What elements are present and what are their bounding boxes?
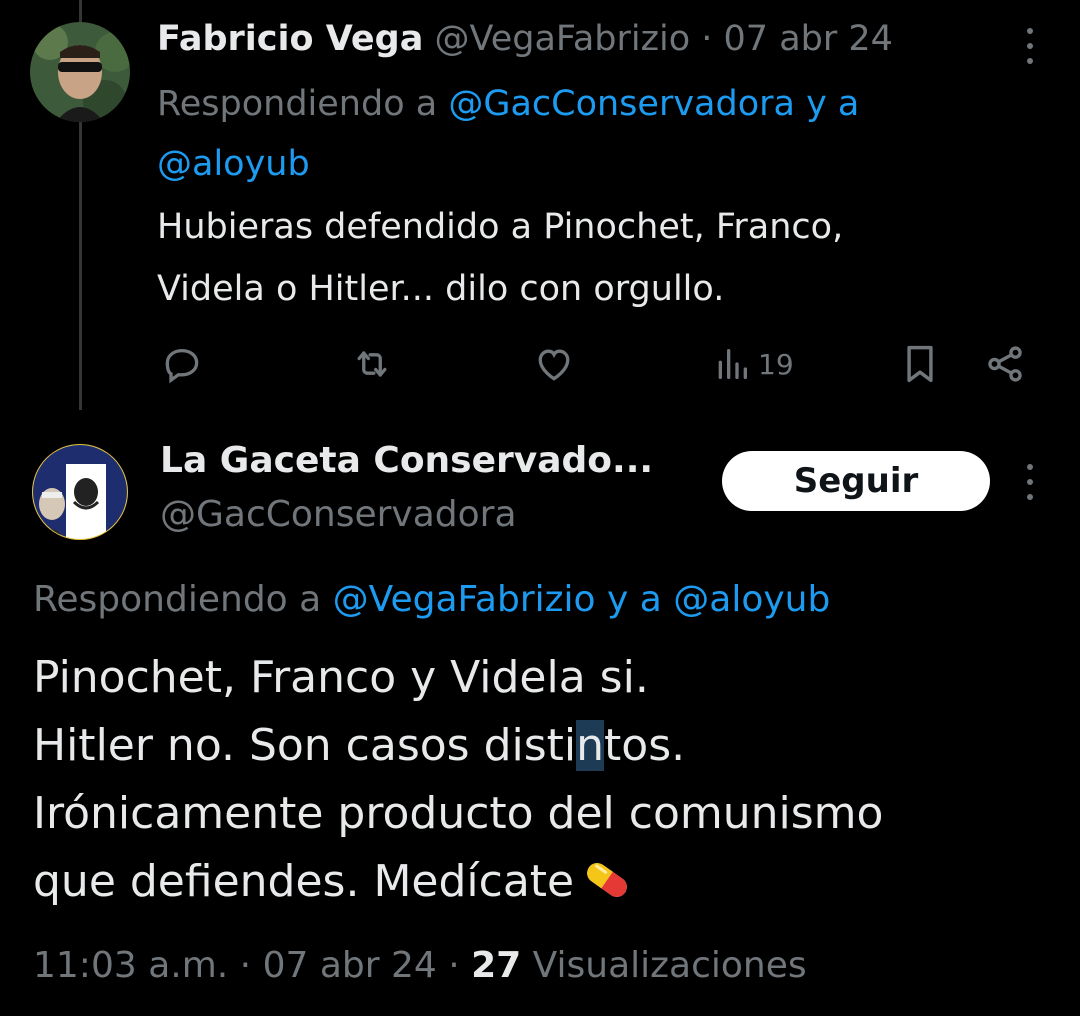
reply-icon	[165, 348, 199, 384]
action-bar: 19	[0, 336, 1080, 392]
tweet-text-line: Videla o Hitler... dilo con orgullo.	[157, 269, 725, 309]
mention-link[interactable]: @VegaFabrizio	[333, 579, 596, 620]
retweet-button[interactable]	[350, 336, 394, 392]
retweet-icon	[357, 351, 387, 377]
share-button[interactable]	[984, 336, 1026, 392]
tweet-text-segment: Hitler no. Son casos disti	[33, 720, 577, 771]
mention-link[interactable]: @GacConservadora	[448, 84, 795, 124]
separator: ·	[436, 945, 472, 986]
replying-to: Respondiendo a @GacConservadora y a @alo…	[157, 74, 1037, 194]
tweet-date[interactable]: 07 abr 24	[263, 945, 437, 986]
tweet-text-segment: que defiendes. Medícate	[33, 856, 575, 907]
author-name-text[interactable]: La Gaceta Conservado...	[160, 440, 653, 481]
views-count: 19	[758, 347, 794, 381]
bookmark-icon	[907, 345, 933, 383]
tweet-text-line: Hubieras defendido a Pinochet, Franco,	[157, 207, 844, 247]
tweet-header: Fabricio Vega @VegaFabrizio · 07 abr 24	[157, 14, 893, 64]
more-icon[interactable]	[1026, 28, 1034, 64]
replying-prefix: Respondiendo a	[157, 84, 449, 124]
mention-link[interactable]: @aloyub	[673, 579, 830, 620]
replying-prefix: Respondiendo a	[33, 579, 333, 620]
pill-emoji-icon	[582, 854, 632, 922]
views-button[interactable]: 19	[712, 336, 794, 392]
views-count: 27	[471, 945, 522, 986]
more-icon[interactable]	[1026, 464, 1034, 500]
author-handle[interactable]: @VegaFabrizio	[435, 19, 691, 59]
reply-tweet[interactable]: Fabricio Vega @VegaFabrizio · 07 abr 24 …	[0, 0, 1080, 410]
tweet-time[interactable]: 11:03 a.m.	[33, 945, 228, 986]
author-name[interactable]: La Gaceta Conservado...	[160, 436, 653, 486]
avatar[interactable]	[30, 22, 130, 122]
avatar[interactable]	[30, 442, 130, 542]
replying-to: Respondiendo a @VegaFabrizio y a @aloyub	[33, 572, 830, 628]
text-selection-highlight: n	[576, 720, 605, 771]
mention-link[interactable]: @aloyub	[157, 144, 310, 184]
tweet-text-line: que defiendes. Medícate	[33, 848, 1053, 922]
author-name[interactable]: Fabricio Vega	[157, 19, 423, 59]
main-tweet[interactable]: La Gaceta Conservado... @GacConservadora…	[0, 430, 1080, 1016]
tweet-text-line: Irónicamente producto del comunismo	[33, 788, 884, 839]
replying-joiner[interactable]: y a	[596, 579, 674, 620]
share-icon	[988, 346, 1022, 382]
tweet-text: Hubieras defendido a Pinochet, Franco, V…	[157, 196, 1037, 320]
author-handle[interactable]: @GacConservadora	[160, 490, 517, 540]
tweet-text-line: Pinochet, Franco y Videla si.	[33, 652, 649, 703]
tweet-text-line: Hitler no. Son casos distintos.	[33, 712, 1053, 780]
tweet-meta: 11:03 a.m. · 07 abr 24 · 27 Visualizacio…	[33, 938, 807, 994]
like-button[interactable]	[532, 336, 576, 392]
separator: ·	[228, 945, 263, 986]
follow-button[interactable]: Seguir	[722, 451, 990, 511]
like-icon	[538, 349, 570, 381]
views-label: Visualizaciones	[521, 945, 807, 986]
tweet-date[interactable]: 07 abr 24	[724, 19, 893, 59]
tweet-text-segment: tos.	[604, 720, 686, 771]
separator: ·	[690, 19, 724, 59]
reply-button[interactable]	[160, 336, 204, 392]
tweet-text: Pinochet, Franco y Videla si. Hitler no.…	[33, 644, 1053, 922]
bookmark-button[interactable]	[900, 336, 940, 392]
views-icon	[718, 349, 747, 379]
replying-joiner[interactable]: y a	[795, 84, 859, 124]
